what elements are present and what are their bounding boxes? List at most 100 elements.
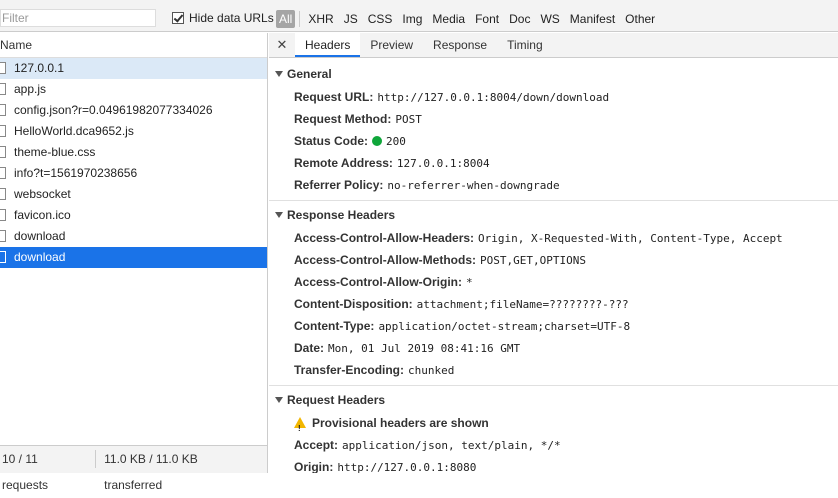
file-icon: [0, 188, 6, 200]
detail-tabs: ✕ Headers Preview Response Timing: [269, 33, 838, 58]
header-row: Transfer-Encoding: chunked: [269, 359, 838, 381]
header-row: Access-Control-Allow-Origin: *: [269, 271, 838, 293]
header-row: Date: Mon, 01 Jul 2019 08:41:16 GMT: [269, 337, 838, 359]
request-row[interactable]: favicon.ico: [0, 205, 267, 226]
request-row[interactable]: app.js: [0, 79, 267, 100]
header-value: POST,GET,OPTIONS: [480, 254, 586, 267]
filter-all[interactable]: All: [276, 10, 296, 28]
header-row: Remote Address: 127.0.0.1:8004: [269, 152, 838, 174]
section-divider: [269, 200, 838, 201]
request-detail-panel: ✕ Headers Preview Response Timing Genera…: [269, 33, 838, 473]
request-name: config.json?r=0.04961982077334026: [14, 103, 213, 117]
general-section-header[interactable]: General: [269, 62, 838, 86]
filter-toolbar: Hide data URLs All XHR JS CSS Img Media …: [0, 6, 838, 32]
header-value: http://127.0.0.1:8080: [337, 461, 477, 473]
tab-headers[interactable]: Headers: [295, 33, 361, 57]
request-row[interactable]: download: [0, 226, 267, 247]
filter-manifest[interactable]: Manifest: [566, 10, 619, 28]
name-column-header[interactable]: Name: [0, 33, 267, 58]
file-icon: [0, 62, 6, 74]
file-icon: [0, 167, 6, 179]
header-key: Referrer Policy:: [294, 178, 384, 192]
header-value: POST: [395, 113, 422, 126]
request-name: download: [14, 229, 66, 243]
request-row[interactable]: info?t=1561970238656: [0, 163, 267, 184]
header-key: Request URL:: [294, 90, 374, 104]
request-name: 127.0.0.1: [14, 61, 65, 75]
request-name: favicon.ico: [14, 208, 71, 222]
filter-font[interactable]: Font: [471, 10, 503, 28]
resource-type-filters: All XHR JS CSS Img Media Font Doc WS Man…: [276, 10, 661, 28]
header-key: Access-Control-Allow-Origin:: [294, 275, 463, 289]
section-title: Response Headers: [287, 208, 396, 222]
filter-other[interactable]: Other: [621, 10, 659, 28]
header-value: Mon, 01 Jul 2019 08:41:16 GMT: [328, 342, 521, 355]
header-row: Status Code: 200: [269, 130, 838, 152]
header-row: Accept: application/json, text/plain, */*: [269, 434, 838, 456]
header-key: Access-Control-Allow-Methods:: [294, 253, 477, 267]
request-row[interactable]: config.json?r=0.04961982077334026: [0, 100, 267, 121]
request-list: Name 127.0.0.1 app.js config.json?r=0.04…: [0, 33, 268, 445]
filter-media[interactable]: Media: [428, 10, 469, 28]
header-row: Referrer Policy: no-referrer-when-downgra…: [269, 174, 838, 196]
section-title: Request Headers: [287, 393, 386, 407]
header-value: application/json, text/plain, */*: [342, 439, 561, 452]
hide-data-urls-toggle[interactable]: Hide data URLs: [172, 11, 274, 25]
filter-css[interactable]: CSS: [364, 10, 397, 28]
response-headers-section-header[interactable]: Response Headers: [269, 203, 838, 227]
expand-triangle-icon: [275, 212, 283, 218]
header-row: Content-Type: application/octet-stream;ch…: [269, 315, 838, 337]
request-name: download: [14, 250, 66, 264]
file-icon: [0, 125, 6, 137]
request-row[interactable]: HelloWorld.dca9652.js: [0, 121, 267, 142]
checkbox-checked-icon[interactable]: [172, 12, 184, 24]
request-row-selected[interactable]: download: [0, 247, 267, 268]
expand-triangle-icon: [275, 397, 283, 403]
filter-xhr[interactable]: XHR: [304, 10, 337, 28]
header-key: Content-Disposition:: [294, 297, 413, 311]
filter-divider: [299, 11, 301, 27]
header-value: attachment;fileName=????????-???: [416, 298, 629, 311]
header-value: Origin, X-Requested-With, Content-Type, …: [478, 232, 783, 245]
hide-data-urls-label: Hide data URLs: [189, 11, 274, 25]
status-ok-icon: [372, 136, 383, 146]
request-row[interactable]: theme-blue.css: [0, 142, 267, 163]
filter-img[interactable]: Img: [398, 10, 426, 28]
request-name: info?t=1561970238656: [14, 166, 138, 180]
tab-preview[interactable]: Preview: [360, 33, 423, 57]
section-divider: [269, 385, 838, 386]
header-key: Transfer-Encoding:: [294, 363, 405, 377]
request-row[interactable]: websocket: [0, 184, 267, 205]
warning-text: Provisional headers are shown: [312, 416, 489, 430]
request-row[interactable]: 127.0.0.1: [0, 58, 267, 79]
close-icon[interactable]: ✕: [269, 33, 295, 57]
header-key: Remote Address:: [294, 156, 393, 170]
transfer-size: 11.0 KB / 11.0 KB transferred: [104, 452, 198, 492]
header-key: Origin:: [294, 460, 334, 473]
warning-icon: [294, 417, 306, 440]
file-icon: [0, 230, 6, 242]
file-icon: [0, 209, 6, 221]
header-row: Access-Control-Allow-Methods: POST,GET,OP…: [269, 249, 838, 271]
header-key: Content-Type:: [294, 319, 375, 333]
expand-triangle-icon: [275, 71, 283, 77]
header-key: Status Code:: [294, 134, 369, 148]
header-key: Accept:: [294, 438, 339, 452]
header-row: Content-Disposition: attachment;fileName=…: [269, 293, 838, 315]
header-row: Request URL: http://127.0.0.1:8004/down/d…: [269, 86, 838, 108]
filter-ws[interactable]: WS: [536, 10, 563, 28]
filter-js[interactable]: JS: [340, 10, 362, 28]
request-name: HelloWorld.dca9652.js: [14, 124, 134, 138]
header-value: no-referrer-when-downgrade: [387, 179, 560, 192]
request-name: websocket: [14, 187, 71, 201]
file-icon: [0, 83, 6, 95]
header-row: Access-Control-Allow-Headers: Origin, X-R…: [269, 227, 838, 249]
filter-doc[interactable]: Doc: [505, 10, 534, 28]
header-key: Request Method:: [294, 112, 392, 126]
section-title: General: [287, 67, 332, 81]
request-headers-section-header[interactable]: Request Headers: [269, 388, 838, 412]
tab-response[interactable]: Response: [423, 33, 497, 57]
tab-timing[interactable]: Timing: [497, 33, 553, 57]
filter-input[interactable]: [0, 9, 156, 27]
header-value: *: [466, 276, 473, 289]
